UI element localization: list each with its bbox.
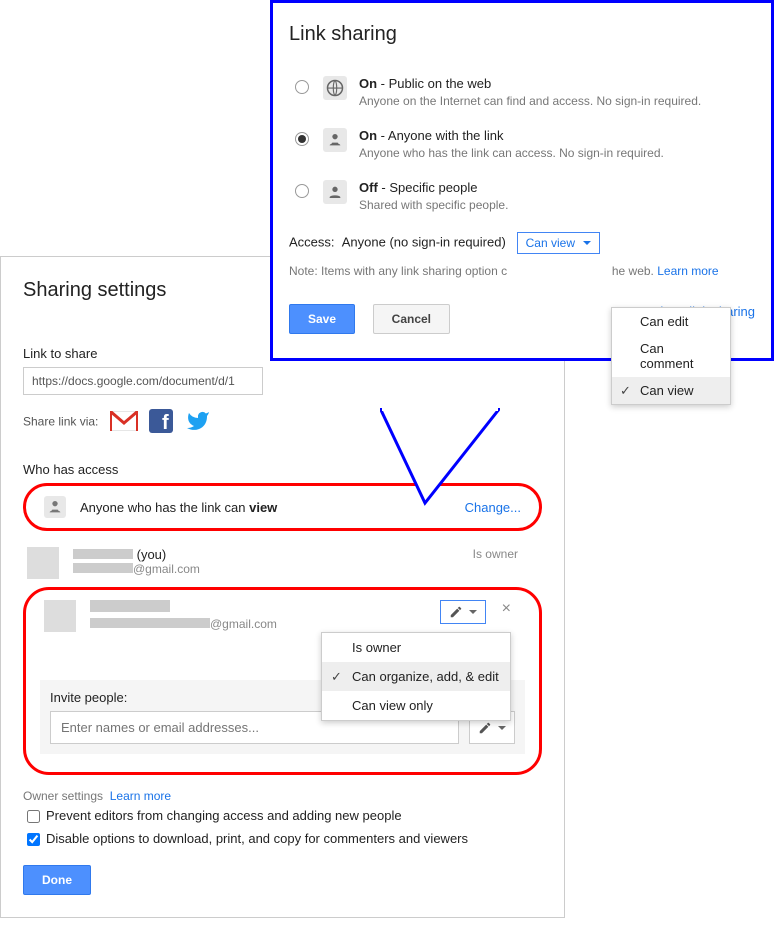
redacted-email xyxy=(73,563,133,573)
access-option-edit[interactable]: Can edit xyxy=(612,308,730,335)
redacted-name xyxy=(90,600,170,612)
ls-option-specific[interactable]: Off - Specific people Shared with specif… xyxy=(289,180,755,212)
save-button[interactable]: Save xyxy=(289,304,355,334)
ls-option-public[interactable]: On - Public on the web Anyone on the Int… xyxy=(289,76,755,108)
access-option-comment[interactable]: Can comment xyxy=(612,335,730,377)
link-sharing-title: Link sharing xyxy=(289,23,755,46)
link-sharing-callout: Link sharing On - Public on the web Anyo… xyxy=(270,0,774,361)
link-person-icon xyxy=(323,128,347,152)
you-suffix: (you) xyxy=(133,547,166,562)
access-level-dropdown[interactable]: Can view xyxy=(517,232,600,254)
disable-download-checkbox[interactable] xyxy=(27,833,40,846)
share-link-input[interactable] xyxy=(23,367,263,395)
avatar xyxy=(44,600,76,632)
owner-status: Is owner xyxy=(473,547,518,561)
remove-user-button[interactable]: × xyxy=(502,600,511,618)
owner-row: (you) @gmail.com Is owner xyxy=(23,547,542,579)
perm-option-owner[interactable]: Is owner xyxy=(322,633,510,662)
owner-settings-row: Owner settings Learn more xyxy=(23,789,542,803)
disable-download-row: Disable options to download, print, and … xyxy=(23,830,542,849)
link-access-text: Anyone who has the link can view xyxy=(80,500,277,515)
radio-specific[interactable] xyxy=(295,184,309,198)
callout-pointer xyxy=(380,408,500,518)
access-option-view[interactable]: Can view xyxy=(612,377,730,404)
link-sharing-note: Note: Items with any link sharing option… xyxy=(289,264,755,278)
prevent-editors-checkbox[interactable] xyxy=(27,810,40,823)
collaborator-highlight: @gmail.com × Is owner Can organize, add,… xyxy=(23,587,542,775)
chevron-down-icon xyxy=(498,726,506,730)
permission-menu: Is owner Can organize, add, & edit Can v… xyxy=(321,632,511,721)
link-person-icon xyxy=(44,496,66,518)
owner-learn-more-link[interactable]: Learn more xyxy=(110,789,171,803)
access-level-menu: Can edit Can comment Can view xyxy=(611,307,731,405)
chevron-down-icon xyxy=(469,610,477,614)
radio-public[interactable] xyxy=(295,80,309,94)
perm-option-organize[interactable]: Can organize, add, & edit xyxy=(322,662,510,691)
facebook-icon[interactable]: f xyxy=(149,409,173,436)
ls-option-anyone-link[interactable]: On - Anyone with the link Anyone who has… xyxy=(289,128,755,160)
share-via-label: Share link via: xyxy=(23,415,98,429)
redacted-name xyxy=(73,549,133,559)
cancel-button[interactable]: Cancel xyxy=(373,304,450,334)
pencil-icon xyxy=(478,721,492,735)
svg-text:f: f xyxy=(162,412,169,433)
access-row: Access: Anyone (no sign-in required) Can… xyxy=(289,232,755,254)
pencil-icon xyxy=(449,605,463,619)
done-button[interactable]: Done xyxy=(23,865,91,895)
redacted-email xyxy=(90,618,210,628)
gmail-icon[interactable] xyxy=(110,411,138,434)
globe-icon xyxy=(323,76,347,100)
permission-dropdown[interactable] xyxy=(440,600,486,624)
twitter-icon[interactable] xyxy=(184,409,212,436)
note-learn-more-link[interactable]: Learn more xyxy=(657,264,718,278)
radio-anyone-link[interactable] xyxy=(295,132,309,146)
perm-option-viewonly[interactable]: Can view only xyxy=(322,691,510,720)
person-icon xyxy=(323,180,347,204)
avatar xyxy=(27,547,59,579)
prevent-editors-row: Prevent editors from changing access and… xyxy=(23,807,542,826)
